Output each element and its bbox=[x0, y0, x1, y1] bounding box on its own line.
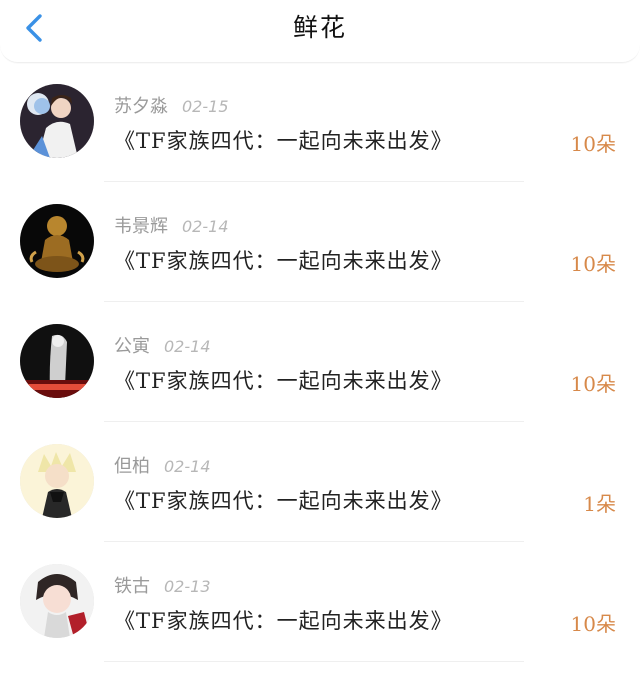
sender-name: 韦景辉 bbox=[114, 216, 168, 237]
page-title: 鲜花 bbox=[292, 13, 347, 42]
list-item[interactable]: 但柏 02-14 《TF家族四代：一起向未来出发》 1朵 bbox=[0, 422, 640, 542]
avatar[interactable] bbox=[20, 204, 94, 278]
book-title: 《TF家族四代：一起向未来出发》 bbox=[114, 369, 453, 393]
sender-line: 韦景辉 02-14 bbox=[114, 212, 229, 238]
list-item[interactable]: 韦景辉 02-14 《TF家族四代：一起向未来出发》 10朵 bbox=[0, 182, 640, 302]
sender-line: 苏夕淼 02-15 bbox=[114, 92, 229, 118]
top-bar: 鲜花 bbox=[0, 0, 640, 63]
avatar[interactable] bbox=[20, 564, 94, 638]
send-date: 02-15 bbox=[182, 97, 229, 116]
send-date: 02-13 bbox=[164, 577, 211, 596]
sender-line: 铁古 02-13 bbox=[114, 572, 211, 598]
user-avatar-image bbox=[20, 324, 94, 398]
flower-count: 10朵 bbox=[570, 372, 616, 396]
list-item[interactable]: 公寅 02-14 《TF家族四代：一起向未来出发》 10朵 bbox=[0, 302, 640, 422]
book-title: 《TF家族四代：一起向未来出发》 bbox=[114, 249, 453, 273]
divider bbox=[104, 661, 524, 662]
avatar[interactable] bbox=[20, 324, 94, 398]
flower-count: 10朵 bbox=[570, 252, 616, 276]
flower-list: 苏夕淼 02-15 《TF家族四代：一起向未来出发》 10朵 韦景辉 02-14 bbox=[0, 62, 640, 662]
user-avatar-image bbox=[20, 84, 94, 158]
list-item[interactable]: 苏夕淼 02-15 《TF家族四代：一起向未来出发》 10朵 bbox=[0, 62, 640, 182]
user-avatar-image bbox=[20, 564, 94, 638]
sender-line: 但柏 02-14 bbox=[114, 452, 211, 478]
sender-name: 但柏 bbox=[114, 456, 150, 477]
avatar[interactable] bbox=[20, 84, 94, 158]
book-title: 《TF家族四代：一起向未来出发》 bbox=[114, 489, 453, 513]
sender-name: 苏夕淼 bbox=[114, 96, 168, 117]
flower-count: 10朵 bbox=[570, 612, 616, 636]
flowers-page: 鲜花 苏夕淼 02-15 《TF家族四代：一起向未来出发》 10朵 韦景辉 02… bbox=[0, 0, 640, 679]
user-avatar-image bbox=[20, 204, 94, 278]
sender-name: 铁古 bbox=[114, 576, 150, 597]
send-date: 02-14 bbox=[164, 457, 211, 476]
flower-count: 1朵 bbox=[583, 492, 616, 516]
sender-line: 公寅 02-14 bbox=[114, 332, 211, 358]
sender-name: 公寅 bbox=[114, 336, 150, 357]
send-date: 02-14 bbox=[164, 337, 211, 356]
send-date: 02-14 bbox=[182, 217, 229, 236]
flower-count: 10朵 bbox=[570, 132, 616, 156]
user-avatar-image bbox=[20, 444, 94, 518]
book-title: 《TF家族四代：一起向未来出发》 bbox=[114, 129, 453, 153]
book-title: 《TF家族四代：一起向未来出发》 bbox=[114, 609, 453, 633]
avatar[interactable] bbox=[20, 444, 94, 518]
list-item[interactable]: 铁古 02-13 《TF家族四代：一起向未来出发》 10朵 bbox=[0, 542, 640, 662]
